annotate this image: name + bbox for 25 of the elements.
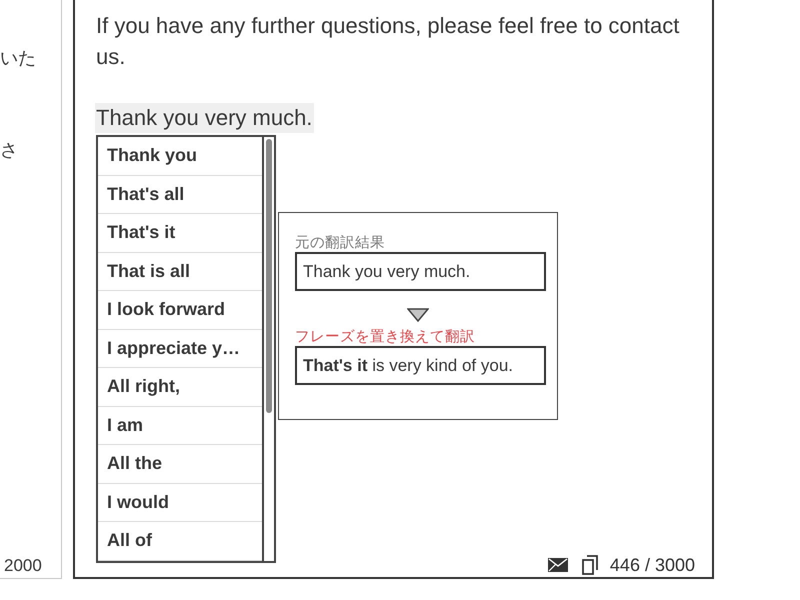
suggestion-item[interactable]: I appreciate y… [98,330,262,368]
original-label: 元の翻訳結果 [295,234,385,252]
suggestion-item[interactable]: I look forward [98,291,262,330]
replaced-label: フレーズを置き換えて翻訳 [295,328,475,346]
text-line: さ [0,139,18,162]
suggestion-item[interactable]: That's all [98,176,262,214]
suggestion-item[interactable]: I would [98,484,262,522]
scrollbar-thumb[interactable] [266,139,272,413]
replaced-text: That's it is very kind of you. [295,346,546,385]
down-triangle-icon [407,308,429,322]
suggestion-item[interactable]: Thank you [98,137,262,176]
text-line: いた [0,47,36,70]
body-text: Thank you very much. [95,103,314,133]
suggestion-item[interactable]: That's it [98,214,262,252]
suggestion-item[interactable]: All the [98,445,262,484]
mail-icon[interactable] [548,558,568,572]
suggestion-item[interactable]: I am [98,406,262,445]
copy-icon[interactable] [582,555,598,575]
suggestion-item[interactable]: All of [98,522,262,560]
suggestion-item[interactable]: All right, [98,368,262,406]
suggestion-item[interactable]: That is all [98,252,262,291]
character-count: 2000 [3,555,42,577]
character-count: 446 / 3000 [610,554,695,576]
original-text: Thank you very much. [295,252,546,291]
body-text: If you have any further questions, please feel free to contact us. [96,12,680,71]
